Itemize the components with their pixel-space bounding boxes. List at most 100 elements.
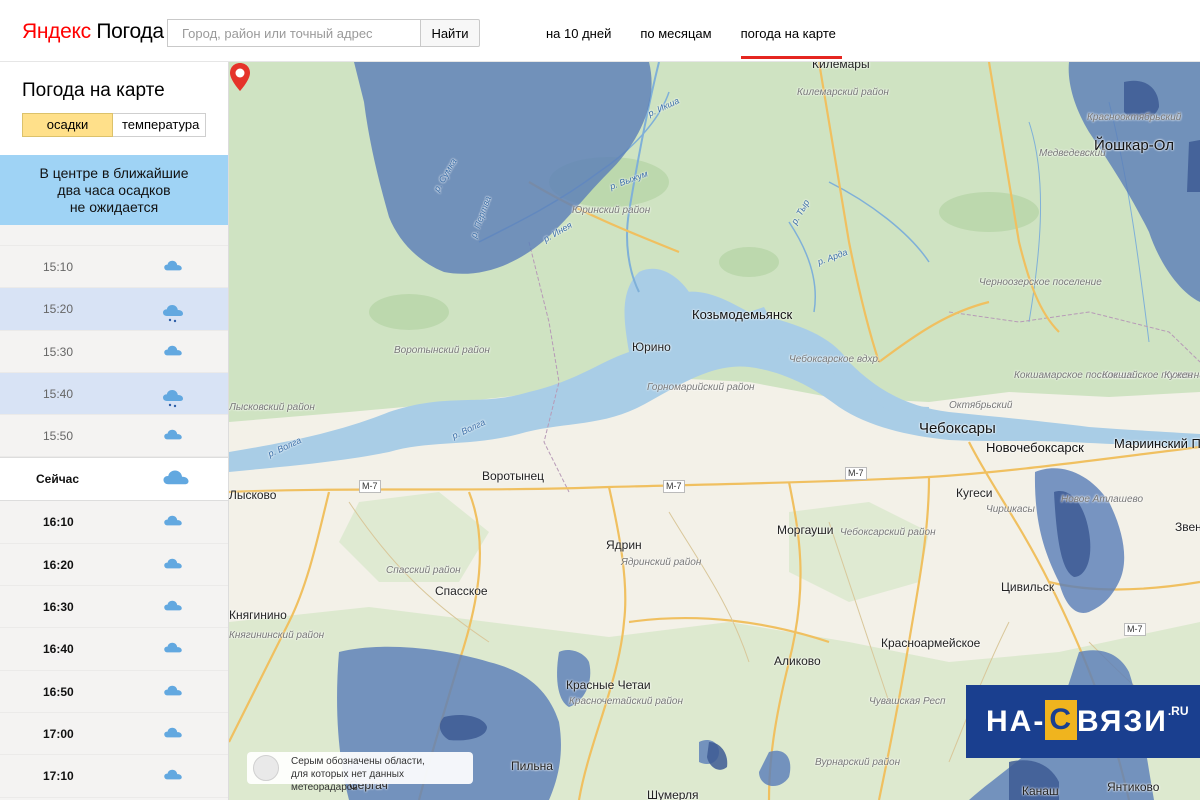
district-label: Чувашская Респ: [869, 696, 946, 707]
cloud-icon: [160, 468, 192, 488]
nowcast-line: два часа осадков: [57, 182, 171, 198]
road-label: М-7: [845, 467, 867, 480]
city-label: Красноармейское: [881, 636, 981, 650]
city-label: Канаш: [1022, 784, 1059, 798]
district-label: Спасский район: [386, 565, 461, 576]
city-label: Юрино: [632, 340, 671, 354]
cloud-icon: [162, 768, 184, 782]
timeline-time: Сейчас: [36, 472, 80, 487]
timeline-row[interactable]: 17:10: [0, 755, 228, 798]
district-label: Октябрьский: [949, 400, 1013, 411]
logo-service: Погода: [96, 20, 164, 43]
timeline-row[interactable]: 16:30: [0, 586, 228, 629]
city-label: Новочебоксарск: [986, 440, 1084, 455]
district-label: Вурнарский район: [815, 757, 901, 768]
cloud-rain-icon: [162, 301, 184, 323]
city-label: Цивильск: [1001, 580, 1055, 594]
cloud-rain-icon: [162, 386, 184, 408]
city-label: Мариинский П: [1114, 436, 1200, 451]
location-pin-icon[interactable]: [229, 62, 251, 92]
timeline-row[interactable]: 16:10: [0, 501, 228, 544]
timeline-time: 16:20: [43, 557, 74, 572]
district-label: Красночетайский район: [569, 696, 683, 707]
yandex-weather-logo[interactable]: Яндекс Погода: [22, 20, 164, 44]
timeline-row-now[interactable]: Сейчас: [0, 457, 228, 502]
cloud-icon: [162, 684, 184, 698]
page-title: Погода на карте: [22, 80, 165, 101]
timeline-time: 15:30: [43, 344, 74, 359]
timeline-row[interactable]: 17:00: [0, 713, 228, 756]
district-label: Лысковский район: [229, 402, 315, 413]
layer-toggle: осадки температура: [22, 113, 206, 137]
city-label: Моргауши: [777, 523, 834, 537]
sidebar-header: Погода на карте осадки температура: [0, 62, 228, 155]
cloud-icon: [162, 344, 184, 358]
district-label: Чебоксарское вдхр.: [789, 354, 881, 365]
timeline-time: 16:50: [43, 684, 74, 699]
timeline-row[interactable]: 15:00: [0, 225, 228, 246]
cloud-icon: [162, 259, 184, 273]
timeline-row[interactable]: 15:50: [0, 415, 228, 458]
timeline-time: 16:40: [43, 642, 74, 657]
weather-map[interactable]: Килемары Килемарский район Йошкар-Ол Кра…: [229, 62, 1200, 800]
city-label: Янтиково: [1107, 780, 1160, 794]
legend-line: для которых нет данных метеорадаров: [291, 769, 404, 793]
city-label: Чиршкасы: [986, 504, 1035, 515]
radar-legend: Серым обозначены области, для которых не…: [247, 752, 473, 793]
timeline-time: 15:40: [43, 386, 74, 401]
cloud-icon: [162, 557, 184, 571]
nav-10-days[interactable]: на 10 дней: [546, 26, 611, 41]
main-nav: на 10 дней по месяцам погода на карте: [546, 26, 843, 59]
district-label: Черноозерское поселение: [979, 277, 1102, 288]
timeline-time: 15:50: [43, 429, 74, 444]
city-label: Красные Четаи: [566, 678, 651, 692]
road-label: М-7: [663, 480, 685, 493]
city-label: Спасское: [435, 584, 488, 598]
watermark-text: .RU: [1167, 704, 1189, 718]
city-label: Козьмодемьянск: [692, 307, 793, 322]
timeline-time: 17:10: [43, 769, 74, 784]
cloud-icon: [162, 599, 184, 613]
watermark-text: ВЯЗИ: [1077, 705, 1168, 738]
city-label: Княгинино: [229, 608, 287, 622]
search-input[interactable]: [167, 19, 421, 47]
timeline-time: 15:10: [43, 260, 74, 274]
toggle-temperature[interactable]: температура: [113, 113, 206, 137]
district-label: Чебоксарский район: [840, 527, 936, 538]
search-button[interactable]: Найти: [420, 19, 480, 47]
city-label: Новое Атлашево: [1061, 494, 1144, 505]
nav-weather-map[interactable]: погода на карте: [740, 26, 843, 59]
legend-line: Серым обозначены области,: [291, 756, 425, 767]
city-label: Кугеси: [956, 486, 993, 500]
cloud-icon: [162, 726, 184, 740]
cloud-icon: [162, 225, 184, 227]
city-label: Воротынец: [482, 469, 545, 483]
timeline-row[interactable]: 15:10: [0, 246, 228, 289]
timeline-row[interactable]: 16:20: [0, 544, 228, 587]
city-label: Кужен: [1164, 370, 1193, 381]
timeline-row[interactable]: 15:30: [0, 331, 228, 373]
road-label: М-7: [359, 480, 381, 493]
timeline-row[interactable]: 15:20: [0, 288, 228, 331]
header: Яндекс Погода Найти на 10 дней по месяца…: [0, 0, 1200, 62]
timeline-time: 17:00: [43, 726, 74, 741]
timeline-row[interactable]: 15:40: [0, 372, 228, 416]
logo-brand: Яндекс: [22, 20, 91, 43]
nowcast-line: В центре в ближайшие: [39, 165, 189, 181]
cloud-icon: [162, 514, 184, 528]
city-label: Пильна: [511, 759, 553, 773]
search-form: Найти: [167, 19, 480, 47]
timeline-row[interactable]: 16:40: [0, 628, 228, 671]
city-label: Шумерля: [647, 788, 699, 800]
nowcast-message: В центре в ближайшие два часа осадков не…: [0, 155, 228, 225]
road-label: М-7: [1124, 623, 1146, 636]
timeline-row[interactable]: 16:50: [0, 671, 228, 713]
city-label: Красноoктябрьский: [1087, 112, 1182, 123]
nav-monthly[interactable]: по месяцам: [640, 26, 711, 41]
city-label: Ядрин: [606, 538, 642, 552]
district-label: Юринский район: [572, 205, 651, 216]
toggle-precipitation[interactable]: осадки: [22, 113, 113, 137]
district-label: Воротынский район: [394, 345, 490, 356]
timeline-time: 15:20: [43, 302, 74, 317]
city-label: Чебоксары: [919, 420, 996, 437]
